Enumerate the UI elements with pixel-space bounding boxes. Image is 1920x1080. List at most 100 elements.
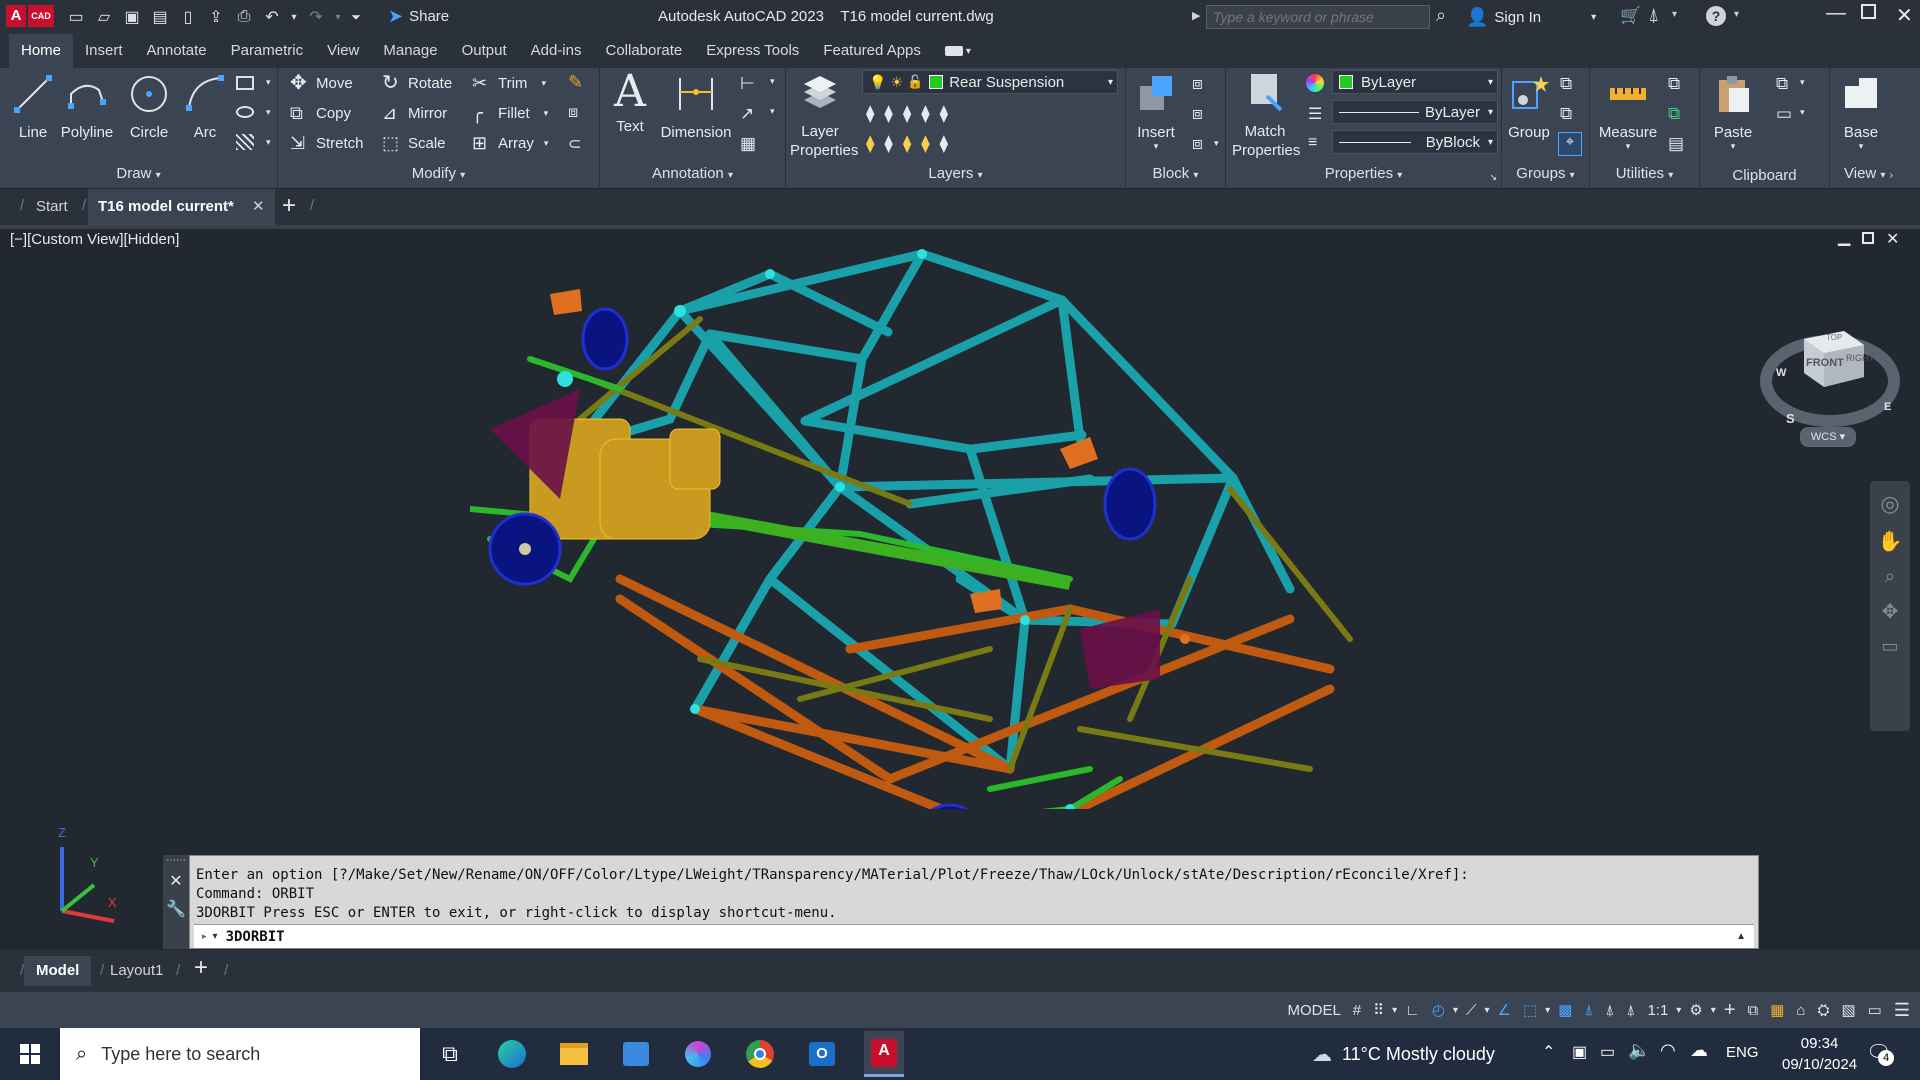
command-input-field[interactable]: ▸ ▾ 3DORBIT ▲ bbox=[194, 924, 1754, 948]
help-icon[interactable]: ? bbox=[1706, 6, 1726, 26]
layer-match-icon[interactable]: ⧫ bbox=[884, 134, 892, 154]
viewport-controls-label[interactable]: [−][Custom View][Hidden] bbox=[10, 231, 179, 248]
block-panel-label[interactable]: Block ▾ bbox=[1126, 163, 1225, 187]
viewport-restore-icon[interactable] bbox=[1862, 232, 1874, 244]
maximize-icon[interactable] bbox=[1861, 4, 1876, 19]
layer-isolate-icon[interactable]: ⧫ bbox=[884, 104, 892, 124]
clipboard-panel-label[interactable]: Clipboard bbox=[1700, 165, 1829, 187]
ungroup-icon[interactable]: ⧉ bbox=[1560, 74, 1572, 94]
outlook-icon[interactable]: O bbox=[802, 1034, 842, 1074]
transparency-icon[interactable]: ▩ bbox=[1552, 992, 1578, 1028]
command-customize-icon[interactable]: 🔧 bbox=[163, 899, 189, 919]
array-button[interactable]: ⊞ Array ▾ bbox=[472, 130, 548, 156]
create-block-icon[interactable]: ⧈ bbox=[1192, 74, 1203, 94]
line-button[interactable]: Line bbox=[10, 72, 56, 141]
copy-clip-icon[interactable]: ▭ bbox=[1776, 104, 1792, 124]
help-dropdown-icon[interactable]: ▾ bbox=[1734, 9, 1739, 20]
block-attributes-icon[interactable]: ⧈ bbox=[1192, 134, 1203, 154]
new-layout-icon[interactable]: + bbox=[194, 954, 208, 982]
showmotion-icon[interactable]: ▭ bbox=[1870, 636, 1910, 657]
tab-annotate[interactable]: Annotate bbox=[135, 34, 219, 68]
array-dropdown-icon[interactable]: ▾ bbox=[544, 138, 549, 149]
keyword-search-input[interactable] bbox=[1206, 5, 1430, 29]
rectangle-dropdown-icon[interactable]: ▾ bbox=[266, 77, 271, 88]
rotate-button[interactable]: ↻ Rotate bbox=[382, 70, 452, 96]
tab-home[interactable]: Home bbox=[9, 34, 74, 68]
recent-commands-icon[interactable]: ▾ bbox=[213, 931, 218, 942]
share-button[interactable]: ➤ Share bbox=[388, 6, 449, 27]
app-logo[interactable]: A CAD bbox=[6, 5, 54, 27]
ortho-icon[interactable]: ∟ bbox=[1399, 992, 1426, 1028]
trim-dropdown-icon[interactable]: ▾ bbox=[541, 78, 546, 89]
isodraft-dropdown-icon[interactable]: ▾ bbox=[1483, 992, 1492, 1028]
layout1-tab[interactable]: Layout1 bbox=[110, 956, 163, 986]
orbit-icon[interactable]: ✥ bbox=[1870, 599, 1910, 624]
color-wheel-icon[interactable] bbox=[1306, 74, 1324, 92]
search-icon[interactable]: ⌕ bbox=[1436, 5, 1446, 26]
viewport-minimize-icon[interactable]: ▁ bbox=[1838, 227, 1850, 247]
ellipse-icon[interactable] bbox=[236, 106, 254, 118]
save-web-icon[interactable]: ⇪ bbox=[204, 5, 228, 29]
snap-icon[interactable]: ⠿ bbox=[1367, 992, 1390, 1028]
tab-add-ins[interactable]: Add-ins bbox=[519, 34, 594, 68]
weather-widget[interactable]: ☁ 11°C Mostly cloudy bbox=[1312, 1042, 1495, 1067]
minimize-icon[interactable]: — bbox=[1826, 2, 1846, 25]
annotation-visibility-icon[interactable]: ⍋ bbox=[1578, 992, 1599, 1028]
command-history-toggle-icon[interactable]: ▲ bbox=[1736, 931, 1746, 942]
object-snap-tracking-icon[interactable]: ∠ bbox=[1492, 992, 1517, 1028]
close-icon[interactable]: ✕ bbox=[1896, 3, 1913, 28]
edit-block-icon[interactable]: ⧈ bbox=[1192, 104, 1203, 124]
auto-scale-icon[interactable]: ⍋ bbox=[1599, 992, 1620, 1028]
annotation-scale-value[interactable]: 1:1 bbox=[1641, 992, 1674, 1028]
file-explorer-icon[interactable] bbox=[554, 1034, 594, 1074]
cart-icon[interactable]: 🛒 bbox=[1620, 6, 1641, 26]
workspace-gear-icon[interactable]: ⚙ bbox=[1683, 992, 1708, 1028]
linetype-dropdown[interactable]: ByBlock ▾ bbox=[1332, 130, 1498, 154]
autodesk-app-icon[interactable]: ⍋ bbox=[1648, 5, 1659, 27]
offset-icon[interactable]: ⊂ bbox=[568, 134, 581, 154]
pan-icon[interactable]: ✋ bbox=[1870, 529, 1910, 554]
linear-dimension-icon[interactable]: ⊢ bbox=[740, 74, 755, 94]
save-icon[interactable]: ▣ bbox=[120, 5, 144, 29]
layer-on-all-icon[interactable]: ⧫ bbox=[866, 134, 874, 154]
clock[interactable]: 09:34 09/10/2024 bbox=[1782, 1033, 1857, 1075]
undo-dropdown-icon[interactable]: ▾ bbox=[288, 5, 300, 29]
sign-in-dropdown-icon[interactable]: ▾ bbox=[1591, 12, 1596, 23]
annotation-panel-label[interactable]: Annotation ▾ bbox=[600, 163, 785, 187]
attributes-dropdown-icon[interactable]: ▾ bbox=[1214, 138, 1219, 149]
close-tab-icon[interactable]: ✕ bbox=[252, 198, 265, 215]
language-indicator[interactable]: ENG bbox=[1726, 1044, 1759, 1061]
layer-off-icon[interactable]: ⧫ bbox=[866, 104, 874, 124]
hatch-dropdown-icon[interactable]: ▾ bbox=[266, 137, 271, 148]
redo-icon[interactable]: ↷ bbox=[304, 5, 328, 29]
hatch-icon[interactable] bbox=[236, 134, 254, 150]
wcs-menu[interactable]: WCS ▾ bbox=[1800, 427, 1856, 447]
open-web-icon[interactable]: ▯ bbox=[176, 5, 200, 29]
command-grip-icon[interactable]: ⋯⋯ bbox=[163, 855, 189, 867]
text-button[interactable]: A Text bbox=[608, 70, 652, 136]
compass-s-label[interactable]: S bbox=[1786, 411, 1795, 426]
layer-thaw-all-icon[interactable]: ⧫ bbox=[903, 134, 911, 154]
group-selection-icon[interactable]: ⌖ bbox=[1558, 132, 1582, 156]
tab-insert[interactable]: Insert bbox=[73, 34, 135, 68]
new-file-icon[interactable]: ▭ bbox=[64, 5, 88, 29]
mirror-button[interactable]: ⊿ Mirror bbox=[382, 100, 447, 126]
ribbon-minimize-dropdown-icon[interactable]: ▾ bbox=[966, 46, 971, 57]
redo-dropdown-icon[interactable]: ▾ bbox=[332, 5, 344, 29]
properties-dialog-launcher-icon[interactable]: ↘ bbox=[1489, 172, 1497, 183]
layer-properties-button[interactable]: Layer Properties bbox=[790, 70, 858, 160]
properties-panel-label[interactable]: Properties ▾ bbox=[1226, 163, 1501, 187]
object-snap-icon[interactable]: ⬚ bbox=[1517, 992, 1543, 1028]
isodraft-icon[interactable]: ⟋ bbox=[1460, 992, 1483, 1028]
lineweight-icon[interactable]: ☰ bbox=[1308, 104, 1322, 124]
scale-dropdown-icon[interactable]: ▾ bbox=[1674, 992, 1683, 1028]
select-all-icon[interactable]: ⧉ bbox=[1668, 104, 1680, 124]
drawing-viewport[interactable]: [−][Custom View][Hidden] ▁ ✕ TOP FRONT R… bbox=[0, 229, 1920, 950]
color-dropdown[interactable]: ByLayer ▾ bbox=[1332, 70, 1498, 94]
viewport-close-icon[interactable]: ✕ bbox=[1886, 229, 1899, 249]
trim-button[interactable]: ✂ Trim ▾ bbox=[472, 70, 546, 96]
dimension-button[interactable]: Dimension bbox=[658, 72, 734, 141]
ribbon-minimize-icon[interactable] bbox=[944, 46, 963, 56]
compass-e-label[interactable]: E bbox=[1884, 401, 1891, 413]
wifi-icon[interactable]: ◠ bbox=[1660, 1040, 1676, 1061]
